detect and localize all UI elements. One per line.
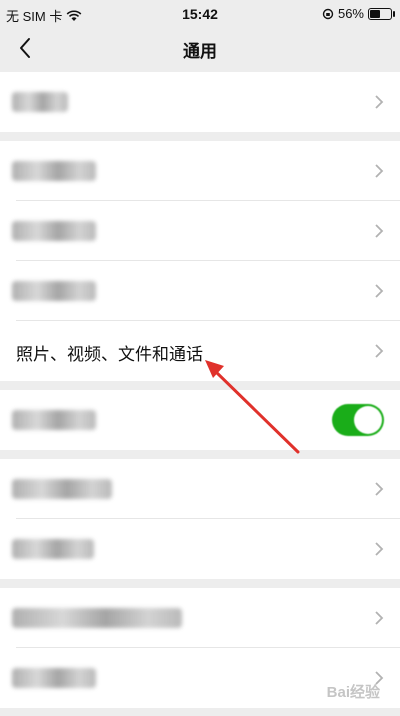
page-title: 通用 bbox=[183, 42, 217, 61]
blurred-label bbox=[12, 221, 96, 241]
chevron-right-icon bbox=[375, 224, 384, 238]
status-right: 56% bbox=[322, 6, 395, 21]
rotation-lock-icon bbox=[322, 8, 334, 19]
status-bar: 无 SIM 卡 15:42 56% bbox=[0, 0, 400, 26]
battery-level bbox=[370, 9, 380, 18]
blurred-label bbox=[12, 410, 96, 430]
row-label: 照片、视频、文件和通话 bbox=[16, 345, 203, 364]
settings-row-4[interactable] bbox=[0, 261, 400, 321]
chevron-right-icon bbox=[375, 284, 384, 298]
chevron-right-icon bbox=[375, 611, 384, 625]
battery-percent: 56% bbox=[337, 6, 364, 21]
baidu-watermark: Bai经验 bbox=[326, 684, 380, 701]
chevron-right-icon bbox=[375, 164, 384, 178]
settings-row-5[interactable] bbox=[0, 459, 400, 519]
navigation-bar: 通用 bbox=[0, 26, 400, 70]
settings-row-7[interactable] bbox=[0, 588, 400, 648]
settings-row-1[interactable] bbox=[0, 72, 400, 132]
blurred-label bbox=[12, 668, 96, 688]
blurred-label bbox=[12, 281, 96, 301]
settings-row-3[interactable] bbox=[0, 201, 400, 261]
chevron-right-icon bbox=[375, 344, 384, 358]
blurred-label bbox=[12, 608, 182, 628]
settings-row-6[interactable] bbox=[0, 519, 400, 579]
photos-videos-files-calls-row[interactable]: 照片、视频、文件和通话 bbox=[0, 321, 400, 381]
chevron-right-icon bbox=[375, 95, 384, 109]
settings-toggle-row bbox=[0, 390, 400, 450]
chevron-right-icon bbox=[375, 542, 384, 556]
settings-row-2[interactable] bbox=[0, 141, 400, 201]
toggle-switch[interactable] bbox=[332, 404, 384, 436]
battery-icon bbox=[368, 7, 395, 20]
blurred-label bbox=[12, 539, 94, 559]
blurred-label bbox=[12, 92, 68, 112]
chevron-right-icon bbox=[375, 482, 384, 496]
blurred-label bbox=[12, 161, 96, 181]
toggle-knob bbox=[354, 406, 382, 434]
blurred-label bbox=[12, 479, 112, 499]
